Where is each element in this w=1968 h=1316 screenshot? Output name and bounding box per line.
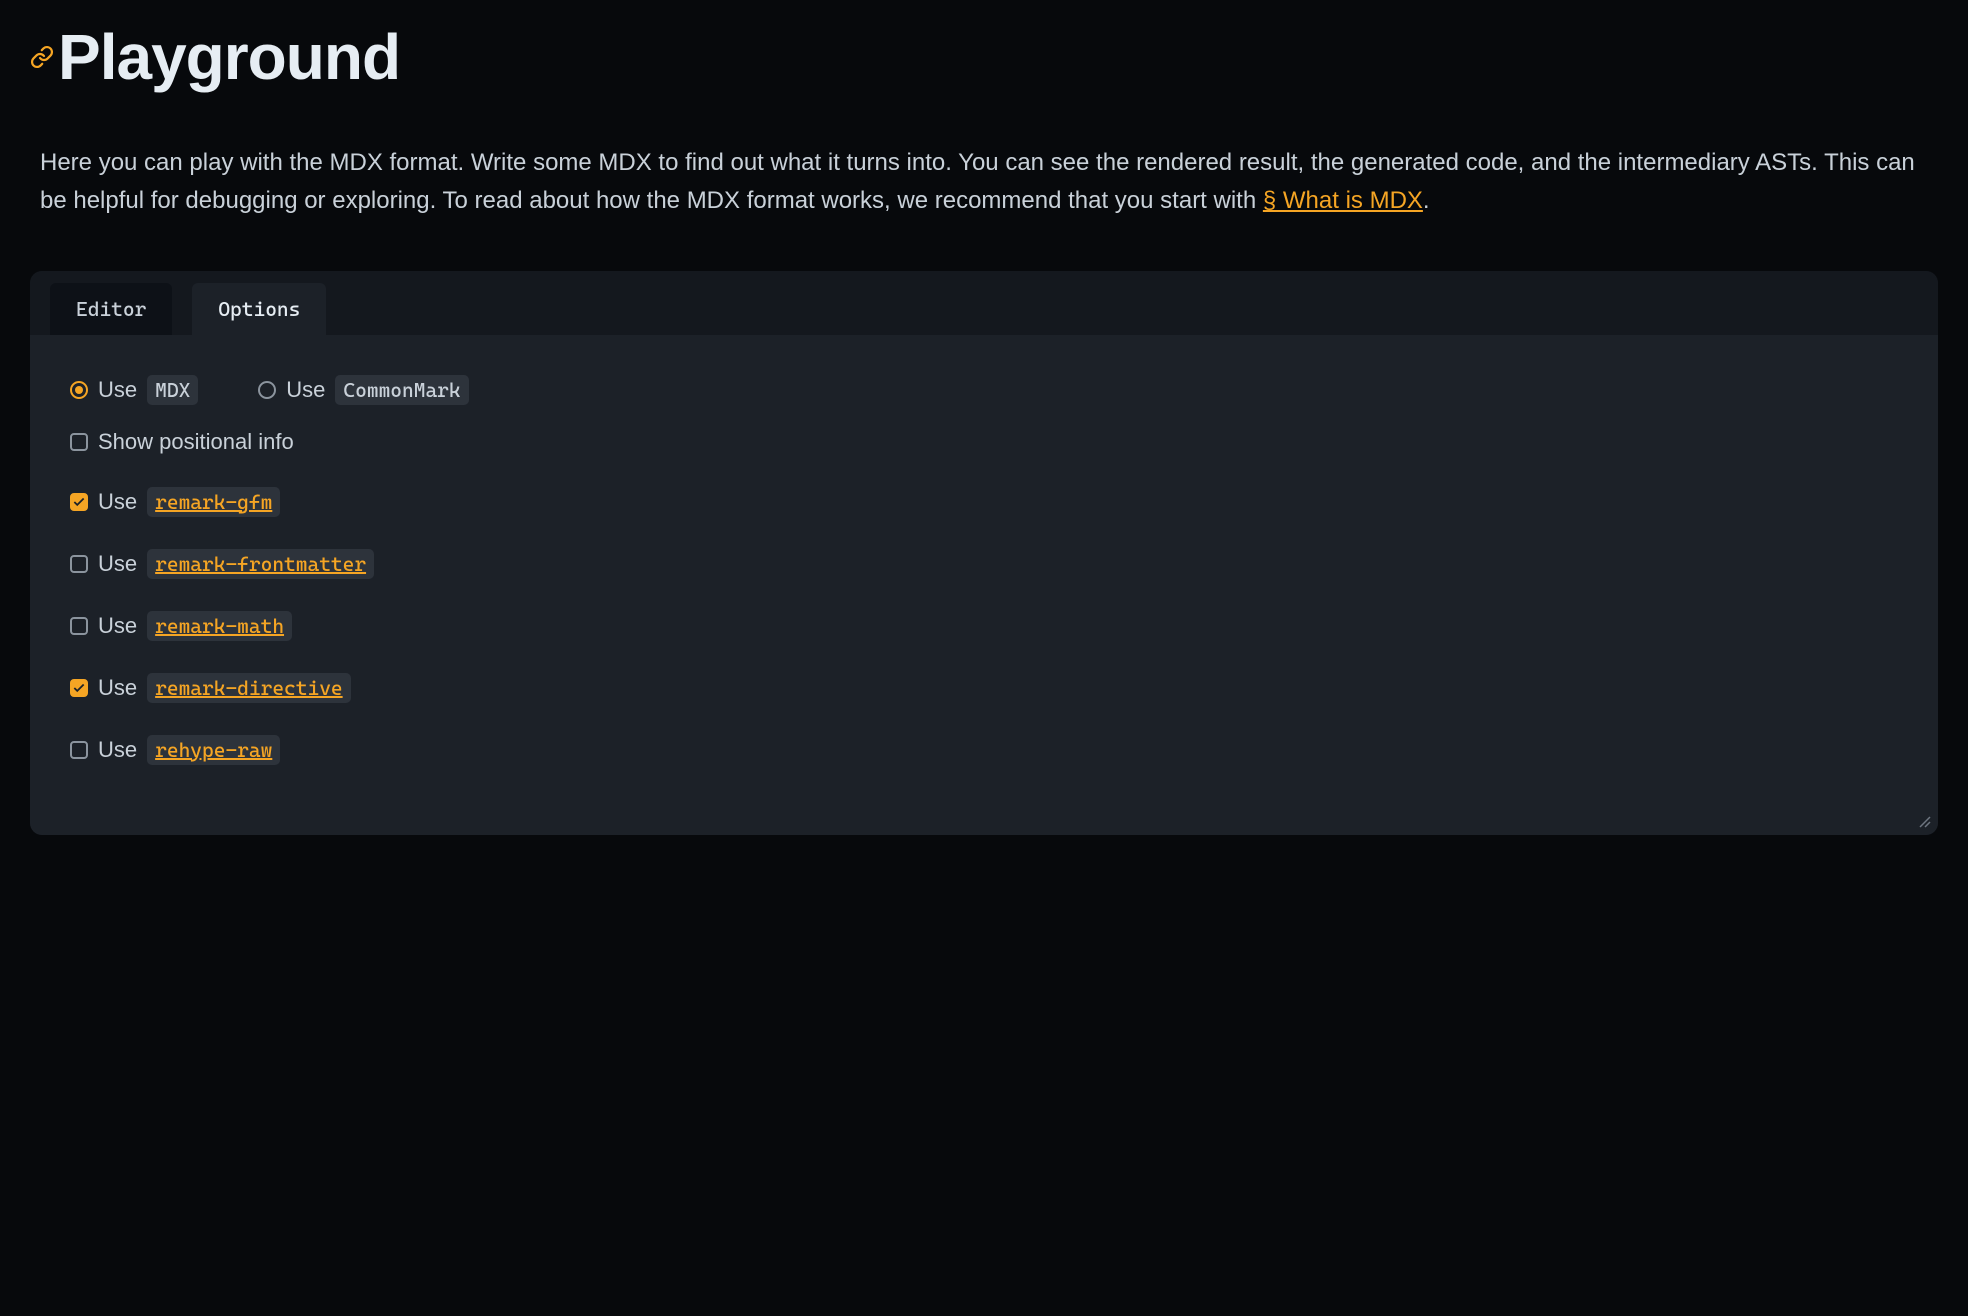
checkbox-icon: [70, 433, 88, 451]
checkbox-icon: [70, 493, 88, 511]
radio-icon: [70, 381, 88, 399]
use-prefix: Use: [98, 737, 137, 763]
radio-icon: [258, 381, 276, 399]
checkbox-icon: [70, 555, 88, 573]
permalink-icon[interactable]: [30, 45, 54, 69]
show-positional-label: Show positional info: [98, 429, 294, 455]
tab-options[interactable]: Options: [192, 283, 326, 335]
what-is-mdx-link[interactable]: § What is MDX: [1263, 187, 1423, 214]
use-prefix: Use: [98, 377, 137, 403]
plugin-remark-math[interactable]: Use remark-math: [70, 611, 1898, 641]
show-positional-option[interactable]: Show positional info: [70, 429, 1898, 455]
use-prefix: Use: [98, 675, 137, 701]
plugin-link[interactable]: remark-gfm: [147, 487, 280, 517]
options-panel: Use MDX Use CommonMark Show positional i…: [30, 335, 1938, 835]
format-mdx-option[interactable]: Use MDX: [70, 375, 198, 405]
use-prefix: Use: [98, 489, 137, 515]
resize-handle-icon[interactable]: [1918, 815, 1932, 829]
tab-bar: Editor Options: [30, 271, 1938, 335]
format-mdx-badge: MDX: [147, 375, 198, 405]
plugin-link[interactable]: remark-math: [147, 611, 292, 641]
use-prefix: Use: [286, 377, 325, 403]
intro-text-after: .: [1423, 187, 1430, 214]
plugin-remark-gfm[interactable]: Use remark-gfm: [70, 487, 1898, 517]
plugin-remark-frontmatter[interactable]: Use remark-frontmatter: [70, 549, 1898, 579]
use-prefix: Use: [98, 551, 137, 577]
plugin-list: Use remark-gfm Use remark-frontmatter Us…: [70, 487, 1898, 765]
checkbox-icon: [70, 679, 88, 697]
plugin-remark-directive[interactable]: Use remark-directive: [70, 673, 1898, 703]
plugin-link[interactable]: remark-frontmatter: [147, 549, 374, 579]
intro-text-before: Here you can play with the MDX format. W…: [40, 149, 1915, 214]
playground-panel: Editor Options Use MDX Use CommonMark Sh…: [30, 271, 1938, 835]
plugin-link[interactable]: remark-directive: [147, 673, 351, 703]
page-title: Playground: [58, 20, 400, 94]
format-commonmark-option[interactable]: Use CommonMark: [258, 375, 468, 405]
checkbox-icon: [70, 617, 88, 635]
intro-paragraph: Here you can play with the MDX format. W…: [30, 144, 1938, 221]
plugin-link[interactable]: rehype-raw: [147, 735, 280, 765]
checkbox-icon: [70, 741, 88, 759]
use-prefix: Use: [98, 613, 137, 639]
plugin-rehype-raw[interactable]: Use rehype-raw: [70, 735, 1898, 765]
tab-editor[interactable]: Editor: [50, 283, 172, 335]
format-commonmark-badge: CommonMark: [335, 375, 468, 405]
